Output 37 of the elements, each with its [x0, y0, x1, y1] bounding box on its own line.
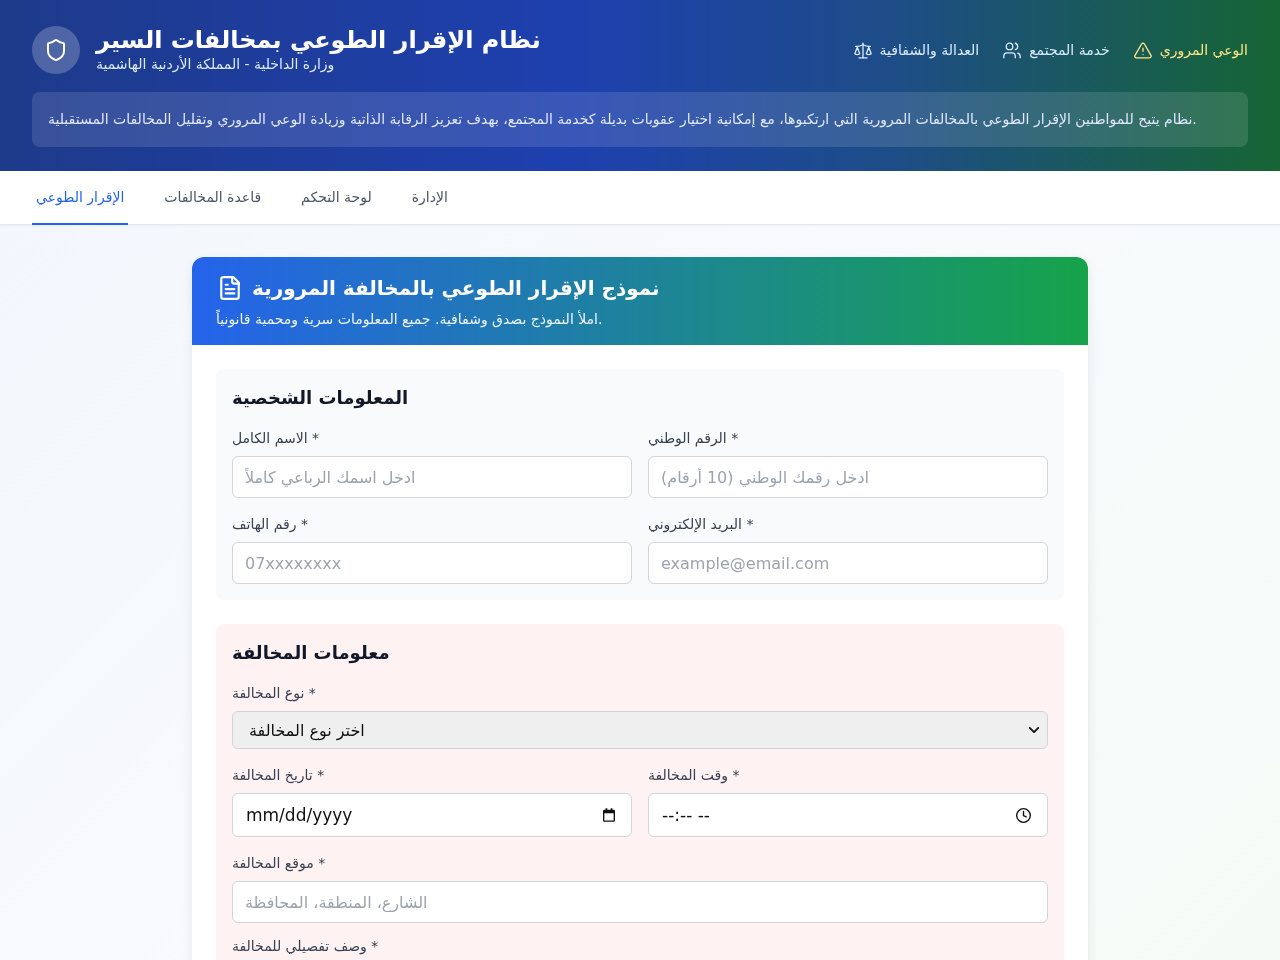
tab[interactable]: الإقرار الطوعي [32, 171, 129, 225]
time-field[interactable]: --:-- -- [648, 793, 1048, 837]
app-title: نظام الإقرار الطوعي بمخالفات السير [96, 26, 541, 54]
chevron-down-icon [1029, 727, 1039, 733]
text-field[interactable]: example@email.com [648, 542, 1048, 584]
warning-icon [1133, 41, 1152, 59]
document-icon [220, 276, 240, 300]
feature-label: خدمة المجتمع [1029, 41, 1110, 60]
app-subtitle: وزارة الداخلية - المملكة الأردنية الهاشمية [96, 54, 336, 74]
field-label: موقع المخالفة * [232, 854, 326, 873]
field-label: البريد الإلكتروني * [648, 515, 754, 534]
section-title: المعلومات الشخصية [232, 386, 410, 411]
tab[interactable]: الإدارة [407, 171, 452, 225]
text-field[interactable]: 07xxxxxxxx [232, 542, 632, 584]
calendar-icon [603, 808, 615, 822]
users-icon [1003, 41, 1022, 59]
field-label: رقم الهاتف * [232, 515, 308, 534]
select-field[interactable]: اختر نوع المخالفة [232, 711, 1048, 749]
date-field[interactable]: mm/dd/yyyy [232, 793, 632, 837]
field-label: تاريخ المخالفة * [232, 766, 325, 785]
feature-label: الوعي المروري [1159, 41, 1248, 60]
shield-icon [32, 26, 80, 74]
feature-label: العدالة والشفافية [879, 41, 980, 60]
field-label: الرقم الوطني * [648, 429, 739, 448]
scale-icon [853, 41, 872, 59]
field-label: وقت المخالفة * [648, 766, 740, 785]
form-subtitle: املأ النموذج بصدق وشفافية. جميع المعلومات سرية ومحمية قانونياً. [216, 309, 604, 329]
clock-icon [1016, 807, 1031, 823]
text-field[interactable]: الشارع، المنطقة، المحافظة [232, 881, 1048, 923]
field-label: الاسم الكامل * [232, 429, 320, 448]
section-title: معلومات المخالفة [232, 641, 391, 666]
form-title: نموذج الإقرار الطوعي بالمخالفة المرورية [252, 275, 660, 302]
field-label: وصف تفصيلي للمخالفة * [232, 937, 379, 956]
intro-text: نظام يتيح للمواطنين الإقرار الطوعي بالمخالفات المرورية التي ارتكبوها، مع إمكانية اختيار عقوبات بديلة كخدمة المجتمع، بهدف تعزيز الرقابة الذاتية وزيادة الوعي المروري وتقليل المخالفات المستقبلية. [32, 92, 1248, 147]
tab[interactable]: لوحة التحكم [297, 171, 376, 225]
field-label: نوع المخالفة * [232, 684, 316, 703]
tab[interactable]: قاعدة المخالفات [160, 171, 266, 225]
